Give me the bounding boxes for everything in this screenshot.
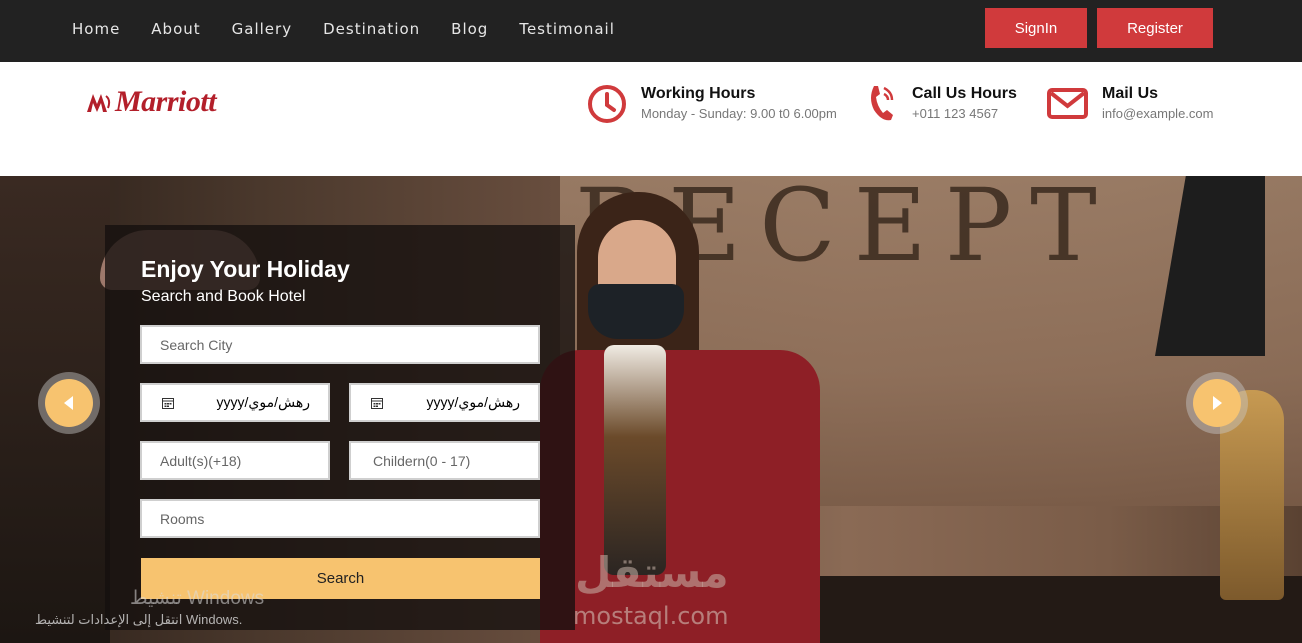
call-us-title: Call Us Hours xyxy=(912,85,1017,102)
children-placeholder: Childern(0 - 17) xyxy=(373,452,471,469)
register-button[interactable]: Register xyxy=(1097,8,1213,48)
nav-home[interactable]: Home xyxy=(72,20,120,38)
top-navbar: Home About Gallery Destination Blog Test… xyxy=(0,0,1302,62)
windows-activation-text: انتقل إلى الإعدادات لتنشيط Windows. xyxy=(35,612,243,627)
nav-about[interactable]: About xyxy=(151,20,200,38)
calendar-icon[interactable] xyxy=(162,397,174,409)
signin-button[interactable]: SignIn xyxy=(985,8,1087,48)
watermark-text: mostaql.com xyxy=(573,602,729,630)
mail-us-info: Mail Us info@example.com xyxy=(1046,84,1213,126)
clock-icon xyxy=(588,85,626,123)
call-us-info: Call Us Hours +011 123 4567 xyxy=(864,84,1017,126)
adults-placeholder: Adult(s)(+18) xyxy=(160,452,242,469)
mail-us-address[interactable]: info@example.com xyxy=(1102,104,1213,123)
slider-prev-button[interactable] xyxy=(38,372,100,434)
booking-title: Enjoy Your Holiday xyxy=(141,256,350,282)
rooms-input[interactable]: Rooms xyxy=(140,499,540,538)
receptionist-jacket xyxy=(540,350,820,643)
working-hours-text: Monday - Sunday: 9.00 t0 6.00pm xyxy=(641,106,837,121)
nav-blog[interactable]: Blog xyxy=(451,20,488,38)
calendar-icon[interactable] xyxy=(371,397,383,409)
mail-us-title: Mail Us xyxy=(1102,85,1159,102)
nav-gallery[interactable]: Gallery xyxy=(232,20,292,38)
logo-text: Marriott xyxy=(115,85,217,118)
working-hours-title: Working Hours xyxy=(641,85,756,102)
checkout-date-value: yyyy/رهش/موي xyxy=(426,394,520,410)
call-us-number: +011 123 4567 xyxy=(912,106,999,121)
envelope-icon xyxy=(1047,88,1088,119)
brand-logo[interactable]: Marriott xyxy=(84,85,217,119)
nav-testimonial[interactable]: Testimonail xyxy=(519,20,615,38)
booking-subtitle: Search and Book Hotel xyxy=(141,288,306,305)
slider-next-button[interactable] xyxy=(1186,372,1248,434)
checkin-date-value: yyyy/رهش/موي xyxy=(216,394,310,410)
phone-icon xyxy=(871,86,894,121)
checkin-date-input[interactable]: yyyy/رهش/موي xyxy=(140,383,330,422)
triangle-right-icon xyxy=(1213,396,1222,410)
triangle-left-icon xyxy=(64,396,73,410)
marriott-logo-icon xyxy=(87,94,111,112)
rooms-placeholder: Rooms xyxy=(160,510,205,527)
working-hours-info: Working Hours Monday - Sunday: 9.00 t0 6… xyxy=(585,84,837,126)
windows-activation-title: تنشيط Windows xyxy=(130,588,265,609)
search-city-placeholder: Search City xyxy=(160,336,233,353)
checkout-date-input[interactable]: yyyy/رهش/موي xyxy=(349,383,540,422)
watermark-arabic: مستقل xyxy=(575,548,729,597)
nav-destination[interactable]: Destination xyxy=(323,20,420,38)
children-input[interactable]: Childern(0 - 17) xyxy=(349,441,540,480)
receptionist-mask xyxy=(588,284,684,339)
adults-input[interactable]: Adult(s)(+18) xyxy=(140,441,330,480)
receptionist-scarf xyxy=(604,345,666,575)
nav-links: Home About Gallery Destination Blog Test… xyxy=(72,0,646,57)
search-city-input[interactable]: Search City xyxy=(140,325,540,364)
